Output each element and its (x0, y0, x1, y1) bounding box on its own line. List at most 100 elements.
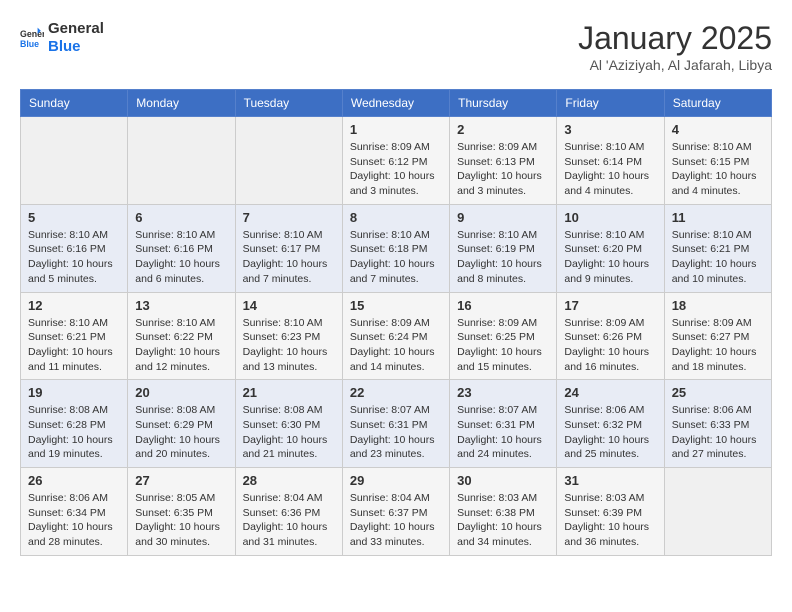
logo-text-general: General (48, 20, 104, 38)
calendar-cell: 23 Sunrise: 8:07 AM Sunset: 6:31 PM Dayli… (450, 380, 557, 468)
day-number: 2 (457, 122, 549, 137)
calendar-cell: 3Sunrise: 8:10 AM Sunset: 6:14 PM Daylig… (557, 117, 664, 205)
calendar-cell (235, 117, 342, 205)
svg-text:Blue: Blue (20, 39, 39, 49)
day-number: 26 (28, 473, 120, 488)
day-number: 20 (135, 385, 227, 400)
cell-info: Sunrise: 8:10 AM Sunset: 6:15 PM Dayligh… (672, 140, 764, 199)
month-title: January 2025 (578, 20, 772, 57)
cell-info: Sunrise: 8:09 AM Sunset: 6:27 PM Dayligh… (672, 316, 764, 375)
day-number: 1 (350, 122, 442, 137)
day-number: 10 (564, 210, 656, 225)
weekday-header: Monday (128, 90, 235, 117)
cell-info: Sunrise: 8:10 AM Sunset: 6:21 PM Dayligh… (28, 316, 120, 375)
cell-info: Sunrise: 8:10 AM Sunset: 6:23 PM Dayligh… (243, 316, 335, 375)
calendar-cell: 19 Sunrise: 8:08 AM Sunset: 6:28 PM Dayli… (21, 380, 128, 468)
day-number: 28 (243, 473, 335, 488)
day-number: 8 (350, 210, 442, 225)
day-number: 18 (672, 298, 764, 313)
calendar-week-row: 26 Sunrise: 8:06 AM Sunset: 6:34 PM Dayli… (21, 468, 772, 556)
cell-info: Sunrise: 8:09 AM Sunset: 6:13 PM Dayligh… (457, 140, 549, 199)
calendar-cell: 28 Sunrise: 8:04 AM Sunset: 6:36 PM Dayli… (235, 468, 342, 556)
calendar-cell: 7 Sunrise: 8:10 AM Sunset: 6:17 PM Daylig… (235, 204, 342, 292)
location: Al 'Aziziyah, Al Jafarah, Libya (578, 57, 772, 73)
calendar-cell: 27Sunrise: 8:05 AM Sunset: 6:35 PM Dayli… (128, 468, 235, 556)
day-number: 9 (457, 210, 549, 225)
cell-info: Sunrise: 8:10 AM Sunset: 6:17 PM Dayligh… (243, 228, 335, 287)
calendar-week-row: 5 Sunrise: 8:10 AM Sunset: 6:16 PM Daylig… (21, 204, 772, 292)
cell-info: Sunrise: 8:09 AM Sunset: 6:24 PM Dayligh… (350, 316, 442, 375)
cell-info: Sunrise: 8:05 AM Sunset: 6:35 PM Dayligh… (135, 491, 227, 550)
calendar-cell (21, 117, 128, 205)
weekday-header: Sunday (21, 90, 128, 117)
weekday-header: Saturday (664, 90, 771, 117)
day-number: 25 (672, 385, 764, 400)
calendar-cell: 10Sunrise: 8:10 AM Sunset: 6:20 PM Dayli… (557, 204, 664, 292)
calendar-cell: 17Sunrise: 8:09 AM Sunset: 6:26 PM Dayli… (557, 292, 664, 380)
day-number: 29 (350, 473, 442, 488)
day-number: 17 (564, 298, 656, 313)
calendar-cell: 18 Sunrise: 8:09 AM Sunset: 6:27 PM Dayli… (664, 292, 771, 380)
calendar-cell: 29 Sunrise: 8:04 AM Sunset: 6:37 PM Dayli… (342, 468, 449, 556)
day-number: 22 (350, 385, 442, 400)
cell-info: Sunrise: 8:07 AM Sunset: 6:31 PM Dayligh… (350, 403, 442, 462)
day-number: 16 (457, 298, 549, 313)
cell-info: Sunrise: 8:10 AM Sunset: 6:21 PM Dayligh… (672, 228, 764, 287)
calendar-cell: 30 Sunrise: 8:03 AM Sunset: 6:38 PM Dayli… (450, 468, 557, 556)
day-number: 7 (243, 210, 335, 225)
logo-icon: General Blue (20, 26, 44, 50)
cell-info: Sunrise: 8:10 AM Sunset: 6:18 PM Dayligh… (350, 228, 442, 287)
day-number: 30 (457, 473, 549, 488)
calendar-cell: 11 Sunrise: 8:10 AM Sunset: 6:21 PM Dayli… (664, 204, 771, 292)
day-number: 23 (457, 385, 549, 400)
weekday-header: Friday (557, 90, 664, 117)
calendar-cell: 9Sunrise: 8:10 AM Sunset: 6:19 PM Daylig… (450, 204, 557, 292)
cell-info: Sunrise: 8:10 AM Sunset: 6:16 PM Dayligh… (135, 228, 227, 287)
calendar-cell: 26 Sunrise: 8:06 AM Sunset: 6:34 PM Dayli… (21, 468, 128, 556)
calendar-cell: 6Sunrise: 8:10 AM Sunset: 6:16 PM Daylig… (128, 204, 235, 292)
calendar-cell: 25 Sunrise: 8:06 AM Sunset: 6:33 PM Dayli… (664, 380, 771, 468)
day-number: 14 (243, 298, 335, 313)
weekday-header: Wednesday (342, 90, 449, 117)
day-number: 19 (28, 385, 120, 400)
cell-info: Sunrise: 8:06 AM Sunset: 6:34 PM Dayligh… (28, 491, 120, 550)
day-number: 31 (564, 473, 656, 488)
calendar-cell: 12 Sunrise: 8:10 AM Sunset: 6:21 PM Dayli… (21, 292, 128, 380)
day-number: 5 (28, 210, 120, 225)
calendar-cell: 13Sunrise: 8:10 AM Sunset: 6:22 PM Dayli… (128, 292, 235, 380)
calendar-cell: 20Sunrise: 8:08 AM Sunset: 6:29 PM Dayli… (128, 380, 235, 468)
cell-info: Sunrise: 8:09 AM Sunset: 6:12 PM Dayligh… (350, 140, 442, 199)
calendar-cell (664, 468, 771, 556)
calendar-cell: 1 Sunrise: 8:09 AM Sunset: 6:12 PM Daylig… (342, 117, 449, 205)
cell-info: Sunrise: 8:06 AM Sunset: 6:33 PM Dayligh… (672, 403, 764, 462)
day-number: 21 (243, 385, 335, 400)
cell-info: Sunrise: 8:07 AM Sunset: 6:31 PM Dayligh… (457, 403, 549, 462)
calendar-cell: 8 Sunrise: 8:10 AM Sunset: 6:18 PM Daylig… (342, 204, 449, 292)
page-header: General Blue General Blue January 2025 A… (20, 20, 772, 73)
day-number: 11 (672, 210, 764, 225)
calendar-cell: 2 Sunrise: 8:09 AM Sunset: 6:13 PM Daylig… (450, 117, 557, 205)
weekday-header: Tuesday (235, 90, 342, 117)
calendar-cell: 31Sunrise: 8:03 AM Sunset: 6:39 PM Dayli… (557, 468, 664, 556)
logo-text-blue: Blue (48, 38, 104, 56)
cell-info: Sunrise: 8:03 AM Sunset: 6:38 PM Dayligh… (457, 491, 549, 550)
calendar-table: SundayMondayTuesdayWednesdayThursdayFrid… (20, 89, 772, 556)
cell-info: Sunrise: 8:04 AM Sunset: 6:36 PM Dayligh… (243, 491, 335, 550)
calendar-cell (128, 117, 235, 205)
day-number: 15 (350, 298, 442, 313)
calendar-week-row: 12 Sunrise: 8:10 AM Sunset: 6:21 PM Dayli… (21, 292, 772, 380)
logo: General Blue General Blue (20, 20, 104, 56)
cell-info: Sunrise: 8:10 AM Sunset: 6:16 PM Dayligh… (28, 228, 120, 287)
calendar-cell: 16Sunrise: 8:09 AM Sunset: 6:25 PM Dayli… (450, 292, 557, 380)
cell-info: Sunrise: 8:08 AM Sunset: 6:28 PM Dayligh… (28, 403, 120, 462)
calendar-week-row: 19 Sunrise: 8:08 AM Sunset: 6:28 PM Dayli… (21, 380, 772, 468)
calendar-cell: 14 Sunrise: 8:10 AM Sunset: 6:23 PM Dayli… (235, 292, 342, 380)
calendar-cell: 21Sunrise: 8:08 AM Sunset: 6:30 PM Dayli… (235, 380, 342, 468)
day-number: 12 (28, 298, 120, 313)
cell-info: Sunrise: 8:04 AM Sunset: 6:37 PM Dayligh… (350, 491, 442, 550)
calendar-cell: 4Sunrise: 8:10 AM Sunset: 6:15 PM Daylig… (664, 117, 771, 205)
weekday-header: Thursday (450, 90, 557, 117)
cell-info: Sunrise: 8:10 AM Sunset: 6:22 PM Dayligh… (135, 316, 227, 375)
cell-info: Sunrise: 8:06 AM Sunset: 6:32 PM Dayligh… (564, 403, 656, 462)
cell-info: Sunrise: 8:10 AM Sunset: 6:14 PM Dayligh… (564, 140, 656, 199)
